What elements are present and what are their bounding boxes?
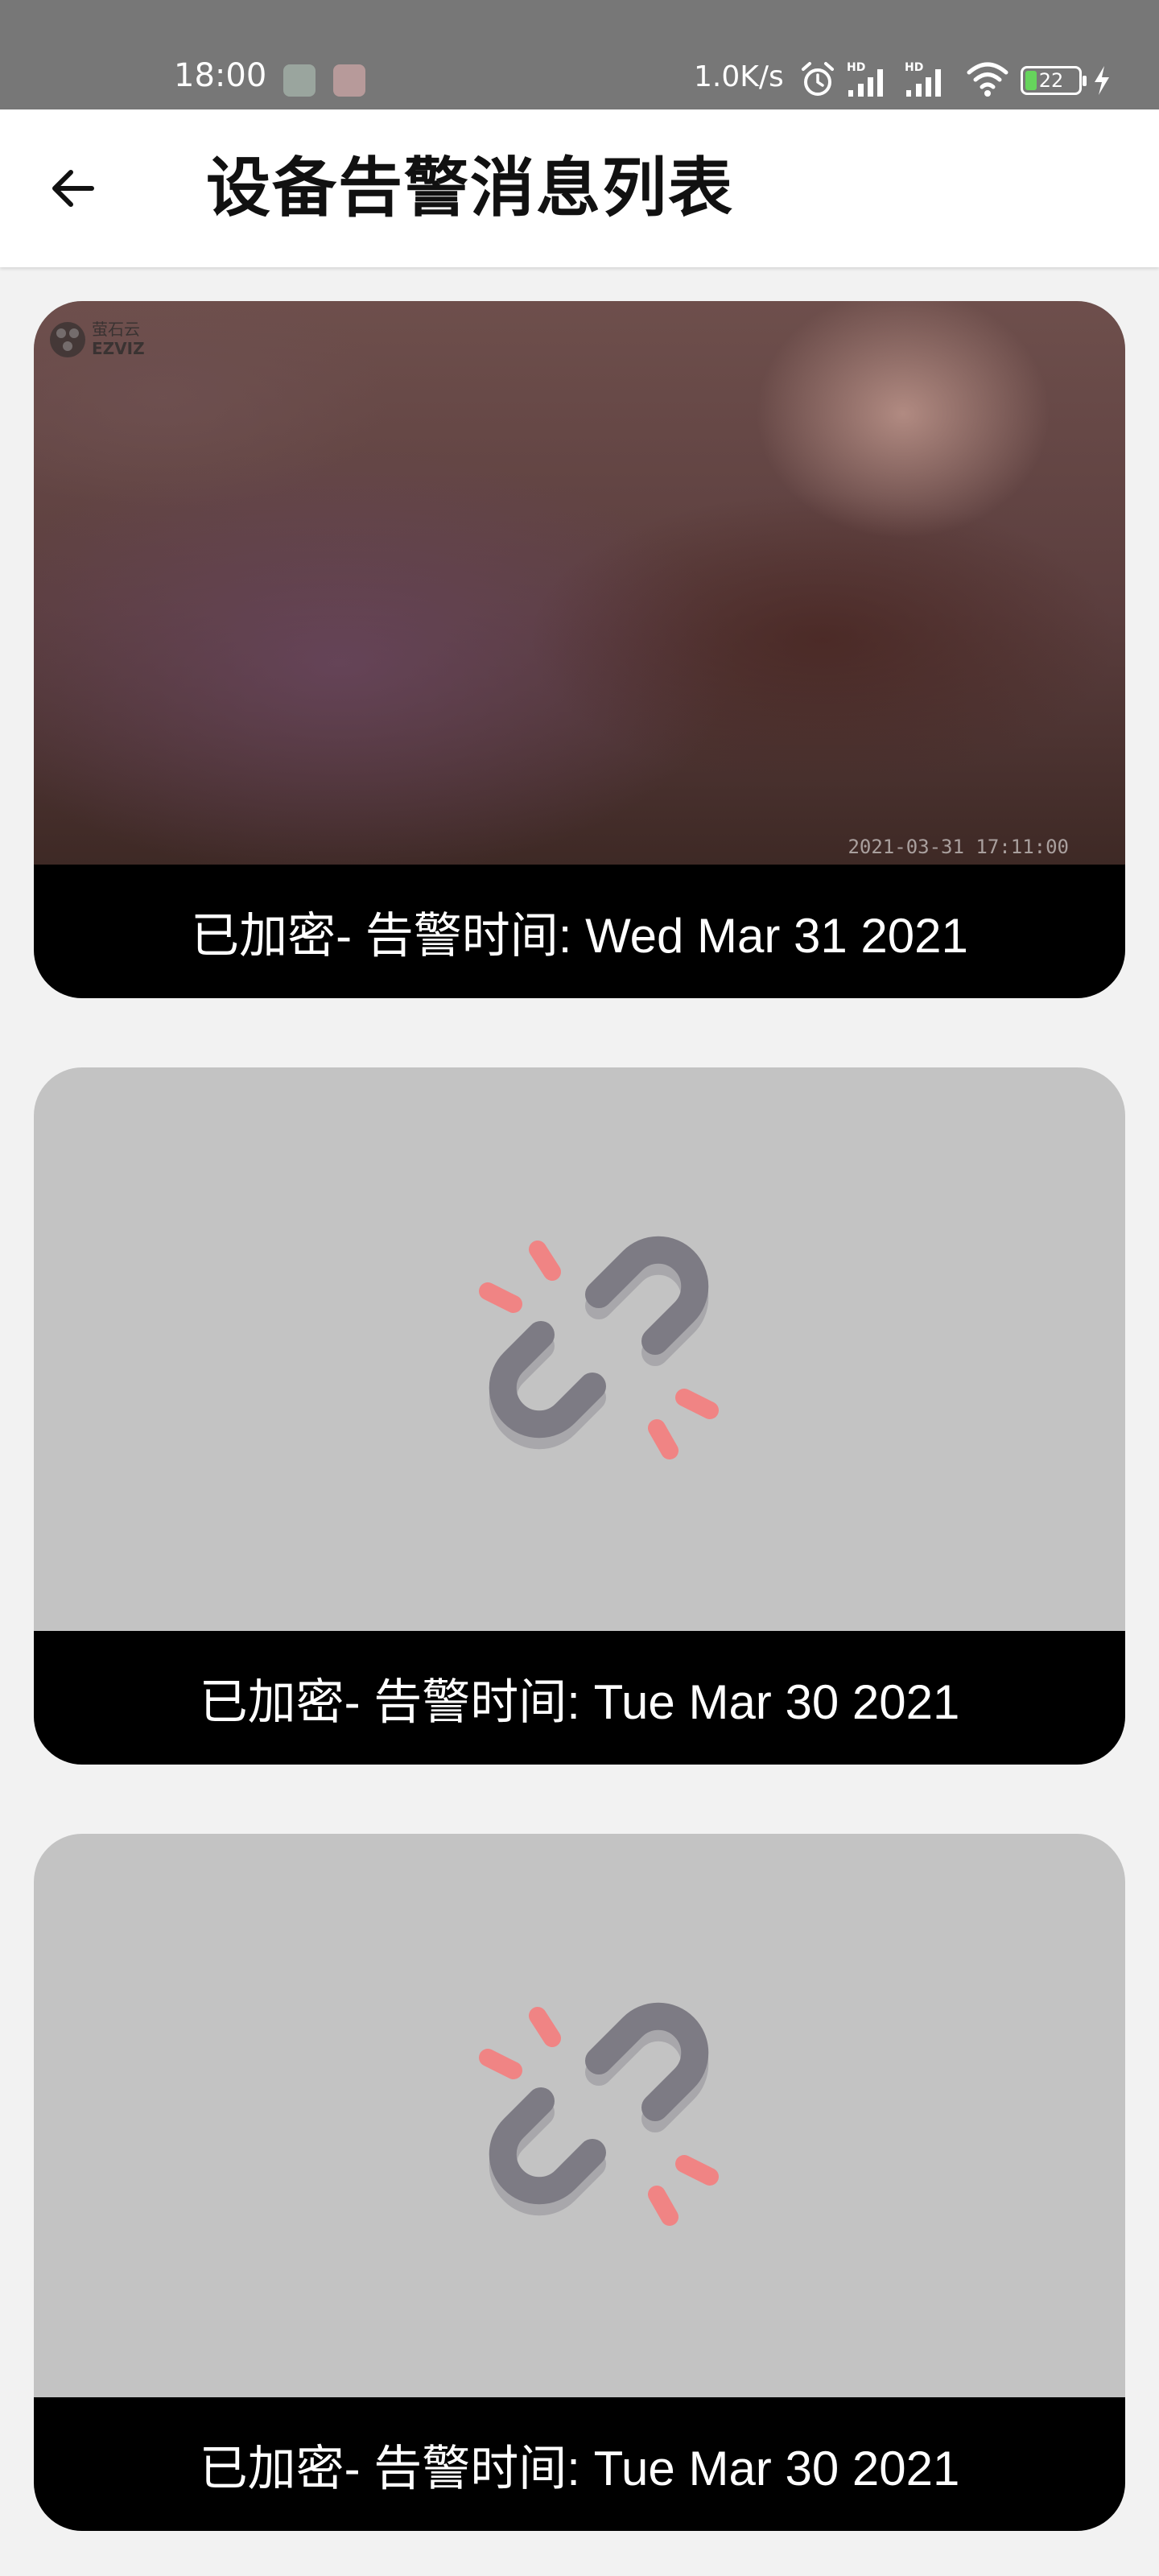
snapshot-timestamp: 2021-03-31 17:11:00 — [848, 836, 1069, 858]
status-time: 18:00 — [174, 57, 267, 94]
alarm-image-placeholder[interactable] — [34, 1067, 1125, 1631]
ezviz-watermark-logo: 萤石云 EZVIZ — [50, 320, 145, 358]
alarm-card[interactable]: 萤石云 EZVIZ 2021-03-31 17:11:00 已加密- 告警时间:… — [34, 301, 1125, 998]
back-button[interactable] — [42, 158, 103, 219]
broken-link-icon — [479, 1236, 719, 1459]
app-notification-icon — [283, 64, 316, 97]
battery-icon: 22 — [1021, 66, 1087, 95]
alarm-card[interactable]: 已加密- 告警时间: Tue Mar 30 2021 — [34, 1834, 1125, 2531]
page-title: 设备告警消息列表 — [206, 151, 734, 225]
wifi-icon — [967, 62, 1008, 97]
app-notification-icon — [333, 64, 365, 97]
network-speed: 1.0K/s — [694, 60, 784, 93]
arrow-left-icon — [52, 170, 94, 207]
hd-signal-icon: HD — [847, 61, 883, 97]
alarm-caption: 已加密- 告警时间: Tue Mar 30 2021 — [34, 2397, 1125, 2531]
alarm-icon — [802, 62, 834, 96]
svg-text:HD: HD — [847, 61, 865, 74]
alarm-image-placeholder[interactable] — [34, 1834, 1125, 2397]
alarm-card[interactable]: 已加密- 告警时间: Tue Mar 30 2021 — [34, 1067, 1125, 1765]
hd-signal-icon: HD — [905, 61, 941, 97]
svg-text:EZVIZ: EZVIZ — [92, 339, 145, 358]
app-bar: 设备告警消息列表 — [0, 109, 1159, 267]
svg-text:萤石云: 萤石云 — [92, 320, 140, 339]
alarm-caption: 已加密- 告警时间: Tue Mar 30 2021 — [34, 1631, 1125, 1765]
status-bar: 18:00 1.0K/s HD HD 22 — [0, 0, 1159, 109]
alarm-caption: 已加密- 告警时间: Wed Mar 31 2021 — [34, 865, 1125, 998]
charging-icon — [1095, 66, 1109, 95]
broken-link-icon — [479, 2002, 719, 2226]
alarm-snapshot-image[interactable]: 萤石云 EZVIZ 2021-03-31 17:11:00 — [34, 301, 1125, 865]
svg-text:HD: HD — [905, 61, 923, 74]
battery-level: 22 — [1038, 69, 1064, 92]
